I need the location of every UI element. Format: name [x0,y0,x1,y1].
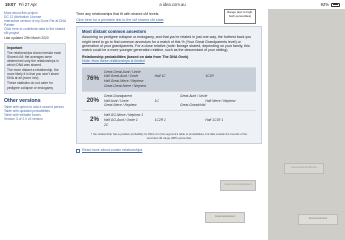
tree-node[interactable]: Great-Aunt/Uncle [298,214,338,225]
ancestors-body: Assuming no pedigree collapse or endogam… [82,35,252,53]
relationship-list: Half GG-Niece / Nephew 1 Half GG-Aunt / … [104,113,256,127]
battery-icon [331,2,340,7]
tree-node[interactable]: Great-Great-Aunt/Uncle [284,163,324,174]
external-link-icon [76,148,80,153]
probability-percent: 76% [86,75,99,83]
printable-link[interactable]: Click here for a printable link to the c… [76,18,163,22]
range-callout: Range (low to high, both percentiles) [224,9,256,24]
read-more-link[interactable]: Read more about cousin relationships [82,148,142,152]
probabilities-note-link[interactable]: Note: How these relationships is limited [82,59,145,63]
address-url[interactable]: a idea.com.au [0,2,345,7]
important-item: These statistics do not cater for pedigr… [7,81,54,90]
important-item: The more distant a relationship, the mor… [7,68,59,81]
important-item: The relationships shown beside each Shar… [7,50,62,68]
tree-node[interactable]: Great-Grandparent [205,212,245,223]
main-content: Then any relationships that fit with sha… [70,9,268,240]
relationship-label: Great-Great-Niece / Nephew [104,84,146,89]
relationship-list: Great-Grandparent Great-Aunt / Uncle Hal… [104,94,256,108]
probability-row[interactable]: 2% Half GG-Niece / Nephew 1 Half GG-Aunt… [82,110,256,129]
important-box: Important The relationships shown beside… [4,42,66,94]
tree-node[interactable]: Great-Great-Grandparent [220,180,256,191]
footnote: † the relationship has a positive probab… [90,131,248,141]
sidebar-link-interactive[interactable]: Interactive version of my Done Par at DN… [4,19,66,27]
probability-percent: 20% [86,96,99,104]
status-bar: 19:07 Fri 27 Apr a idea.com.au 92% [0,0,345,9]
other-version-link[interactable]: Version 3 of 2.0 v3 version [4,117,66,121]
relationship-label: Great-Niece / Nephew [104,103,137,108]
tree-panel [268,9,345,240]
results-box: Most distant common ancestors Assuming n… [76,25,262,145]
last-updated: Last updated 29th March 2020 [4,35,49,40]
sidebar: More about this project DC 12 Attributio… [0,9,70,240]
probability-table: 76% Great-Great-Aunt / Uncle Half Great-… [82,66,256,130]
relationship-label: 2C [104,122,109,127]
probability-row[interactable]: 20% Great-Grandparent Great-Aunt / Uncle… [82,90,256,110]
ancestors-heading: Most distant common ancestors [82,28,147,34]
other-versions-heading: Other versions [4,97,41,104]
important-heading: Important [7,45,23,50]
read-more[interactable]: Read more about cousin relationships [76,148,262,153]
probability-row[interactable]: 76% Great-Great-Aunt / Uncle Half Great-… [82,66,256,91]
probability-percent: 2% [90,116,99,124]
sidebar-link-contribute[interactable]: Click here to contribute data to the sha… [4,27,66,35]
relationship-label: Great-Grandchild [180,103,206,108]
relationship-list: Great-Great-Aunt / Uncle Half Great-Aunt… [104,70,256,89]
